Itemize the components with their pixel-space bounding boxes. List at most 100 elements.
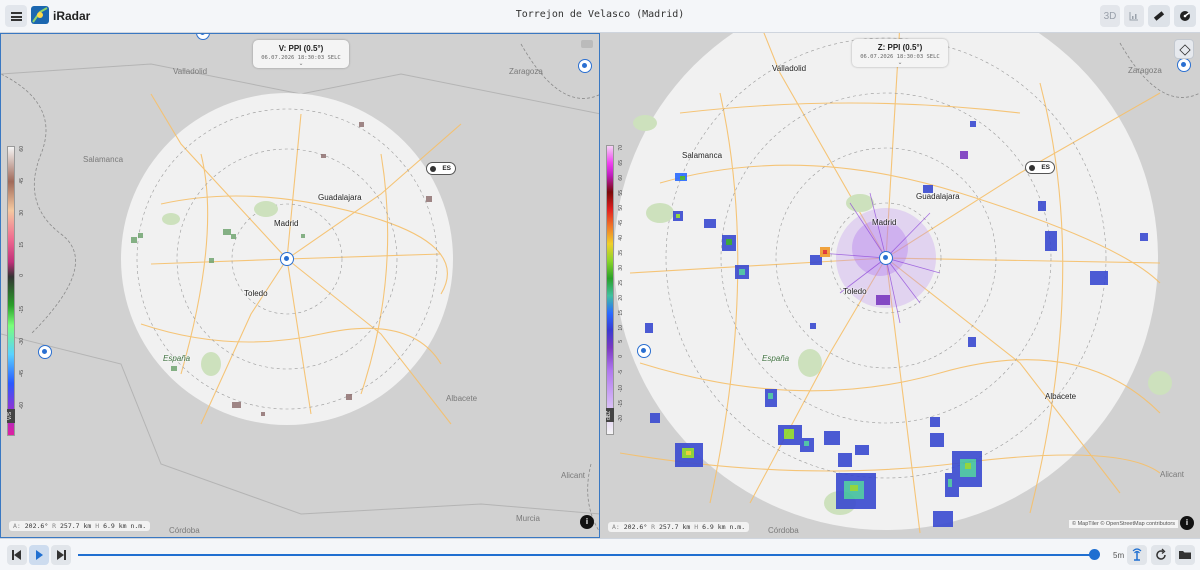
view-3d-button[interactable]: 3D (1100, 5, 1120, 27)
layers-button[interactable] (1174, 39, 1194, 59)
coord-height: 6.9 km n.m. (702, 523, 746, 531)
window-title: Torrejon de Velasco (Madrid) (515, 9, 685, 20)
scale-tick: 60 (19, 146, 25, 152)
ruler-icon (1153, 11, 1165, 21)
radar-tower-button[interactable] (1127, 545, 1147, 565)
place-guadalajara: Guadalajara (318, 193, 362, 202)
coord-h-label: H (694, 523, 699, 531)
playback-bar: 5m (0, 538, 1200, 570)
right-radar-panel[interactable]: Valladolid Zaragoza Salamanca Madrid Gua… (600, 33, 1200, 538)
reflectivity-color-scale (606, 145, 614, 435)
scale-tick: 30 (19, 210, 25, 216)
scale-tick: -45 (19, 370, 25, 378)
chart-icon (1129, 12, 1138, 21)
scale-tick: 40 (618, 235, 624, 241)
left-radar-panel[interactable]: Valladolid Zaragoza Salamanca Madrid Gua… (0, 33, 600, 538)
scale-tick: 45 (19, 178, 25, 184)
radar-site-icon[interactable] (578, 59, 592, 73)
scale-tick: -30 (19, 338, 25, 346)
play-button[interactable] (29, 545, 49, 565)
scale-tick: 10 (618, 325, 624, 331)
app-header: iRadar Torrejon de Velasco (Madrid) 3D (0, 0, 1200, 33)
coord-a-label: A: (612, 523, 620, 531)
place-zaragoza: Zaragoza (509, 67, 543, 76)
scale-tick: -20 (618, 415, 624, 423)
velocity-color-scale (7, 146, 15, 436)
es-label: ES (1041, 164, 1050, 171)
scale-tick: 45 (618, 220, 624, 226)
coord-height: 6.9 km n.m. (103, 522, 147, 530)
place-valladolid: Valladolid (173, 67, 208, 76)
place-salamanca: Salamanca (83, 155, 124, 164)
velocity-scale-ticks: 60 45 30 15 0 -15 -30 -45 -60 (19, 146, 33, 436)
velocity-scale-name: V/S (7, 409, 15, 423)
left-cursor-coords: A: 202.6° R 257.7 km H 6.9 km n.m. (9, 521, 151, 531)
coord-azimuth: 202.6° (623, 523, 648, 531)
scale-tick: -10 (618, 385, 624, 393)
skip-forward-bar-icon (64, 550, 66, 560)
right-cursor-coords: A: 202.6° R 257.7 km H 6.9 km n.m. (608, 522, 750, 532)
coord-a-label: A: (13, 522, 21, 530)
panel-toggle-icon[interactable] (581, 40, 593, 48)
scale-tick: -5 (618, 370, 624, 375)
scale-tick: -15 (618, 400, 624, 408)
radar-site-icon[interactable] (38, 345, 52, 359)
es-radar-badge[interactable]: ES (1025, 161, 1055, 174)
place-murcia: Murcia (516, 514, 541, 523)
view-3d-label: 3D (1103, 10, 1117, 22)
open-folder-button[interactable] (1175, 545, 1195, 565)
skip-back-button[interactable] (7, 545, 27, 565)
refresh-icon (1156, 548, 1166, 560)
coord-h-label: H (95, 522, 100, 530)
left-ppi-label[interactable]: V: PPI (0.5°) 06.07.2026 18:30:03 SELC ⌄ (253, 40, 349, 68)
place-espana: España (163, 354, 191, 363)
place-madrid: Madrid (872, 218, 897, 227)
scale-tick: 50 (618, 205, 624, 211)
folder-icon (1179, 551, 1191, 559)
chart-button[interactable] (1124, 5, 1144, 27)
scale-tick: -15 (19, 306, 25, 314)
es-radar-badge[interactable]: ES (426, 162, 456, 175)
right-ppi-label[interactable]: Z: PPI (0.5°) 06.07.2026 18:30:03 SELC ⌄ (852, 39, 948, 67)
right-map[interactable] (600, 33, 1200, 538)
place-alicante: Alicant (561, 471, 586, 480)
scale-tick: 60 (618, 175, 624, 181)
timeline-track[interactable] (78, 554, 1096, 556)
timeline-handle[interactable] (1089, 549, 1100, 560)
measure-button[interactable] (1148, 5, 1170, 27)
scale-tick: 70 (618, 145, 624, 151)
place-albacete: Albacete (446, 394, 478, 403)
place-cordoba: Córdoba (169, 526, 200, 535)
scale-tick: 35 (618, 250, 624, 256)
scale-tick: 15 (19, 242, 25, 248)
es-label: ES (442, 165, 451, 172)
coord-r-label: R (52, 522, 57, 530)
radar-site-icon[interactable] (637, 344, 651, 358)
radar-site-center-icon[interactable] (280, 252, 294, 266)
scale-tick: 55 (618, 190, 624, 196)
radar-site-icon[interactable] (1177, 58, 1191, 72)
reflectivity-scale-name: dBZ (606, 408, 614, 422)
radar-tower-icon (1132, 548, 1142, 561)
left-ppi-title: V: PPI (0.5°) (278, 44, 324, 53)
skip-forward-button[interactable] (51, 545, 71, 565)
scale-tick: 20 (618, 295, 624, 301)
skip-back-arrow-icon (14, 550, 21, 560)
refresh-button[interactable] (1151, 545, 1171, 565)
scale-tick: 5 (618, 340, 624, 343)
info-icon[interactable]: i (580, 515, 594, 529)
right-ppi-title: Z: PPI (0.5°) (877, 43, 923, 52)
place-madrid: Madrid (274, 219, 299, 228)
scale-tick: 15 (618, 310, 624, 316)
radar-site-center-icon[interactable] (879, 251, 893, 265)
play-icon (36, 550, 43, 560)
info-icon[interactable]: i (1180, 516, 1194, 530)
map-attribution[interactable]: © MapTiler © OpenStreetMap contributors (1069, 520, 1178, 528)
left-map[interactable] (1, 34, 600, 538)
place-toledo: Toledo (843, 287, 867, 296)
radar-icon (1180, 11, 1190, 21)
coord-azimuth: 202.6° (24, 522, 49, 530)
place-albacete: Albacete (1045, 392, 1077, 401)
coord-range: 257.7 km (60, 522, 92, 530)
radar-select-button[interactable] (1174, 5, 1196, 27)
